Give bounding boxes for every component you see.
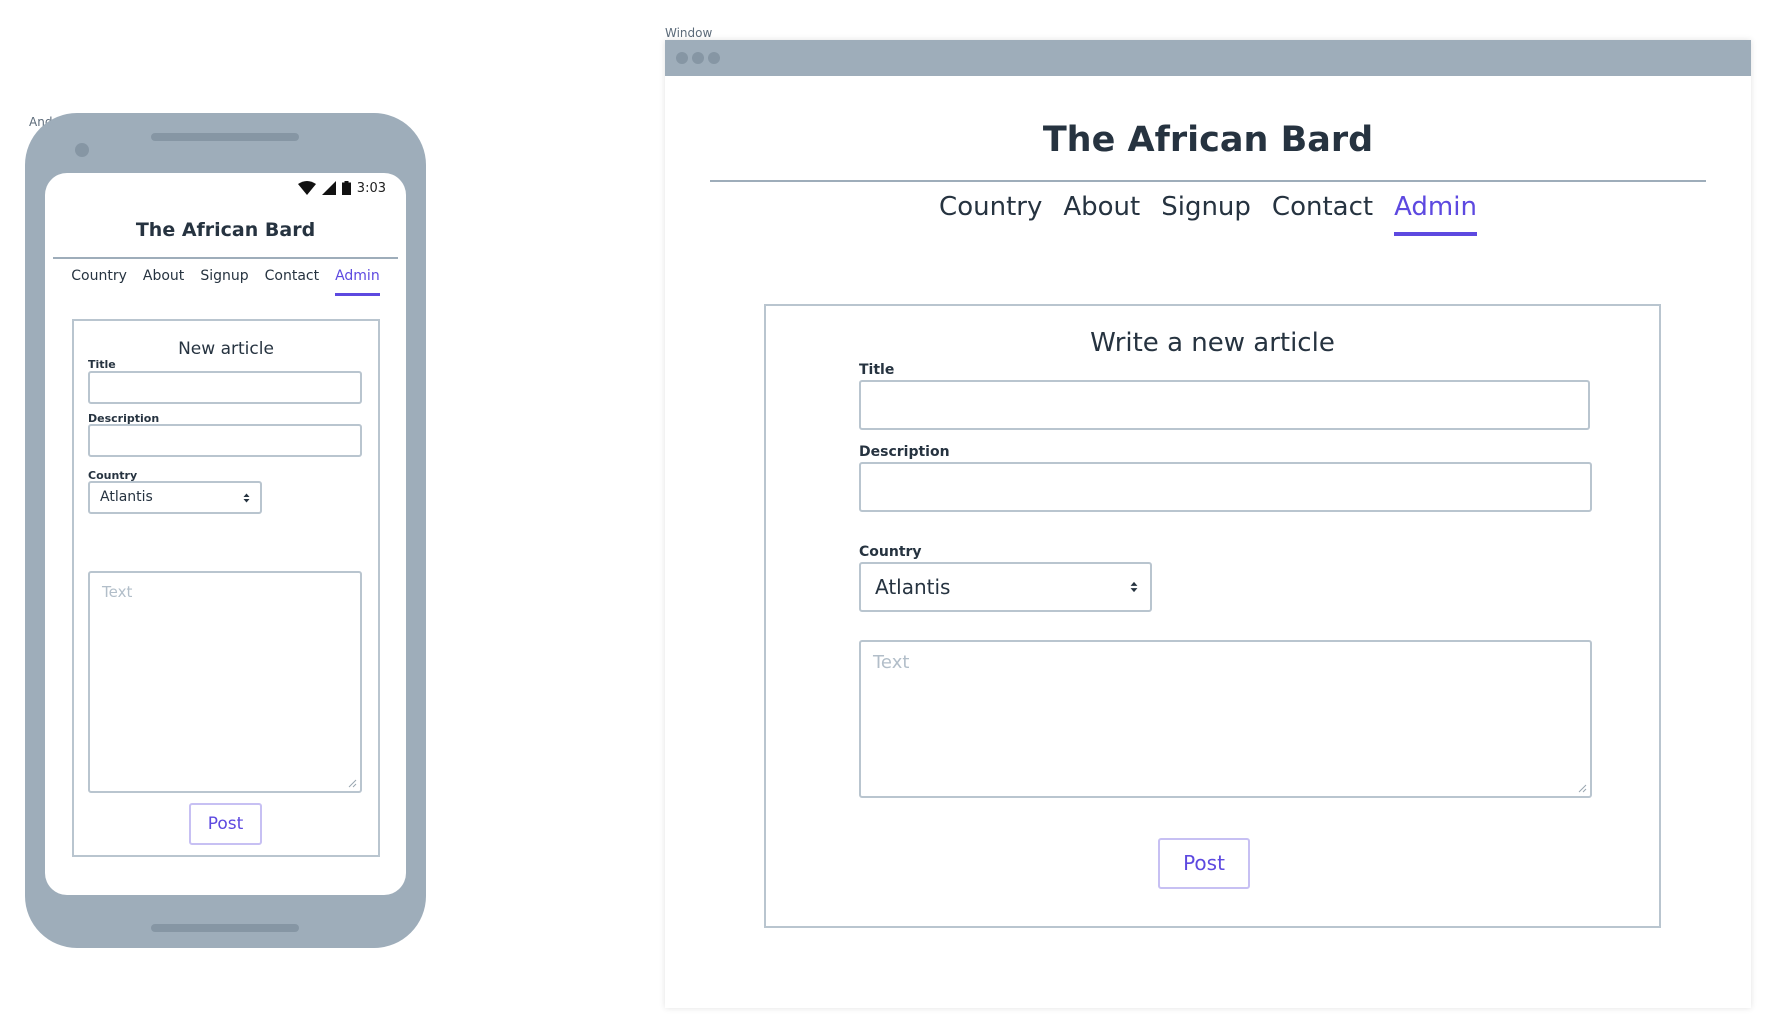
header-divider [710,180,1706,182]
form-heading: New article [178,339,274,359]
nav-item-country[interactable]: Country [71,268,127,296]
description-input[interactable] [859,462,1592,512]
status-bar: 3:03 [297,179,386,197]
country-select[interactable]: Atlantis [88,481,262,514]
phone-screen: 3:03 The African Bard Country About Sign… [45,173,406,895]
title-input[interactable] [859,380,1590,430]
android-phone-frame: 3:03 The African Bard Country About Sign… [25,113,426,948]
window-maximize-dot[interactable] [708,52,720,64]
nav-item-admin[interactable]: Admin [1394,192,1477,236]
nav-item-about[interactable]: About [1063,192,1140,236]
home-bar [151,924,299,932]
resize-grip-icon[interactable] [1577,783,1587,793]
nav-item-contact[interactable]: Contact [265,268,319,296]
text-area-placeholder: Text [873,652,910,673]
camera-icon [75,143,89,157]
speaker-grille [151,133,299,141]
window-title-bar [665,40,1751,76]
new-article-form: Write a new article Title Description Co… [764,304,1661,928]
main-nav: Country About Signup Contact Admin [45,268,406,296]
window-frame-label: Window [665,26,713,40]
description-label: Description [859,444,950,460]
text-area[interactable]: Text [859,640,1592,798]
select-arrows-icon [1130,581,1138,593]
resize-grip-icon[interactable] [347,778,357,788]
country-select[interactable]: Atlantis [859,562,1152,612]
status-time: 3:03 [356,180,386,196]
nav-item-signup[interactable]: Signup [1161,192,1251,236]
new-article-form: New article Title Description Country At… [72,319,380,857]
country-label: Country [859,544,922,560]
nav-item-country[interactable]: Country [939,192,1042,236]
form-heading: Write a new article [1090,328,1335,358]
post-button[interactable]: Post [189,803,262,845]
main-nav: Country About Signup Contact Admin [665,192,1751,236]
window-close-dot[interactable] [676,52,688,64]
title-input[interactable] [88,371,362,404]
header-divider [53,257,398,259]
site-title: The African Bard [1042,120,1374,160]
post-button[interactable]: Post [1158,838,1250,889]
signal-icon [321,181,336,195]
nav-item-contact[interactable]: Contact [1272,192,1373,236]
description-input[interactable] [88,424,362,457]
text-area[interactable]: Text [88,571,362,793]
nav-item-about[interactable]: About [143,268,184,296]
title-label: Title [859,362,895,378]
desktop-window: The African Bard Country About Signup Co… [665,40,1751,1008]
text-area-placeholder: Text [102,583,133,601]
nav-item-admin[interactable]: Admin [335,268,380,296]
country-select-value: Atlantis [875,575,951,599]
country-select-value: Atlantis [100,489,153,505]
title-label: Title [88,358,116,371]
select-arrows-icon [243,493,250,502]
window-minimize-dot[interactable] [692,52,704,64]
nav-item-signup[interactable]: Signup [200,268,248,296]
battery-icon [341,181,351,195]
site-title: The African Bard [135,219,316,241]
wifi-icon [297,181,316,195]
